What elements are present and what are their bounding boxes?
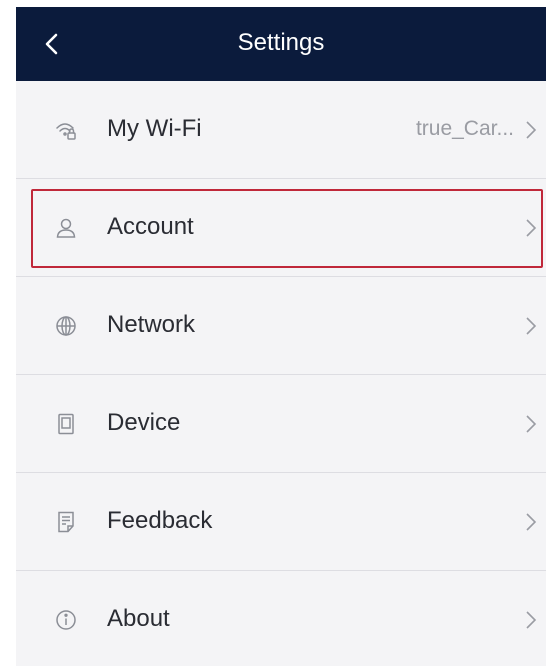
settings-item-label: About — [107, 605, 170, 632]
chevron-right-icon — [524, 315, 538, 337]
account-highlight-box — [31, 189, 543, 268]
settings-item-device[interactable]: Device — [16, 375, 546, 473]
settings-list: My Wi-Fi true_Car... Account Network Dev… — [16, 81, 546, 666]
info-icon — [55, 609, 77, 631]
settings-item-label: Feedback — [107, 507, 213, 534]
wifi-name-value: true_Car... — [415, 117, 514, 140]
header-bar: Settings — [16, 7, 546, 81]
settings-item-label: Device — [107, 409, 181, 436]
settings-item-label: My Wi-Fi — [107, 115, 202, 142]
wifi-lock-icon — [55, 119, 77, 141]
chevron-right-icon — [524, 511, 538, 533]
chevron-right-icon — [524, 119, 538, 141]
device-icon — [55, 413, 77, 435]
page-title: Settings — [237, 29, 325, 56]
settings-item-feedback[interactable]: Feedback — [16, 473, 546, 571]
settings-item-my-wifi[interactable]: My Wi-Fi true_Car... — [16, 81, 546, 179]
settings-item-label: Network — [107, 311, 196, 338]
globe-icon — [55, 315, 77, 337]
settings-item-about[interactable]: About — [16, 571, 546, 666]
chevron-right-icon — [524, 609, 538, 631]
settings-screen: Settings My Wi-Fi true_Car... Account Ne… — [16, 7, 546, 666]
settings-item-network[interactable]: Network — [16, 277, 546, 375]
document-icon — [55, 511, 77, 533]
chevron-right-icon — [524, 413, 538, 435]
